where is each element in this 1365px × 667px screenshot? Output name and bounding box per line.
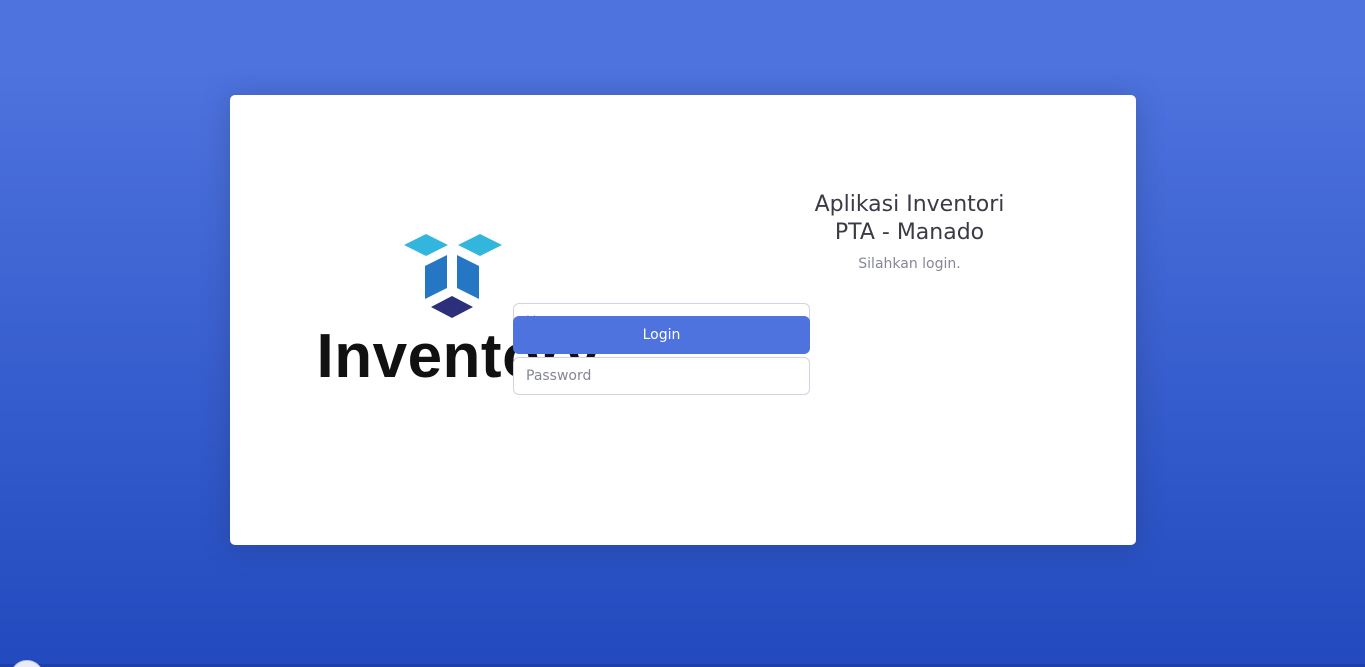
login-subtitle: Silahkan login.	[858, 256, 961, 272]
logo-tile-top-right	[457, 233, 502, 256]
login-button[interactable]: Login	[513, 316, 810, 354]
logo-tile-top-left	[403, 233, 448, 256]
page-title: Aplikasi Inventori PTA - Manado	[683, 191, 1136, 247]
logo-tile-mid-left	[424, 254, 447, 299]
logo-tile-mid-right	[456, 254, 479, 299]
title-line-1: Aplikasi Inventori	[814, 192, 1005, 217]
logo-tile-bottom	[430, 295, 473, 318]
title-line-2: PTA - Manado	[834, 220, 985, 245]
password-input[interactable]	[513, 357, 810, 395]
